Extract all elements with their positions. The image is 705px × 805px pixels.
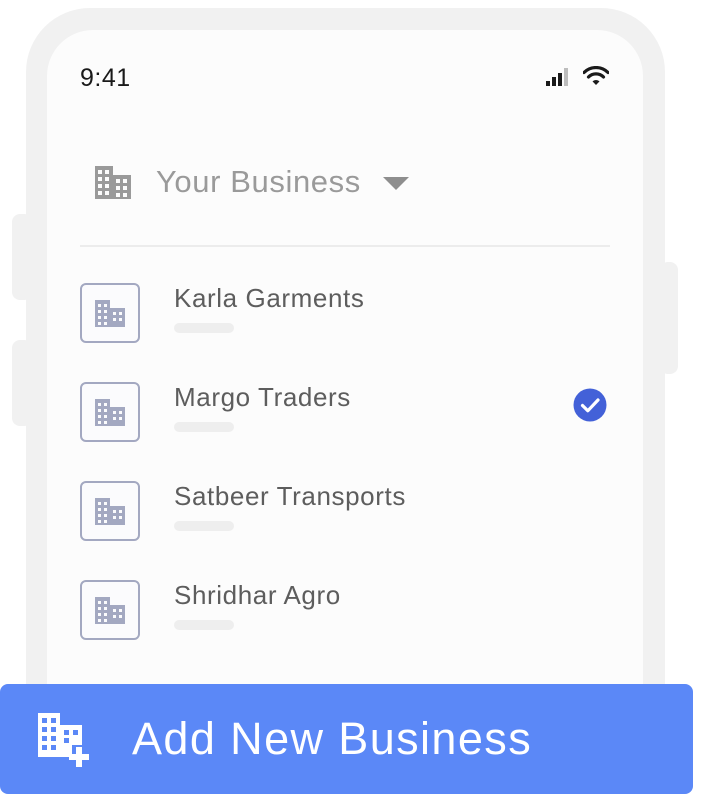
business-subtitle-placeholder <box>174 422 234 432</box>
chevron-down-icon[interactable] <box>382 177 409 190</box>
building-icon <box>80 283 140 343</box>
building-icon <box>80 580 140 640</box>
list-item[interactable]: Shridhar Agro <box>80 578 610 677</box>
business-list: Karla Garments Margo Traders Satbeer Tra… <box>80 281 610 677</box>
app-stage: 9:41 Your Business Karla Garments Margo … <box>0 0 705 805</box>
business-name: Satbeer Transports <box>174 481 406 511</box>
phone-screen: 9:41 Your Business Karla Garments Margo … <box>47 30 643 770</box>
business-name: Margo Traders <box>174 382 351 412</box>
add-new-business-label: Add New Business <box>132 713 533 764</box>
phone-side-button-power <box>660 262 678 374</box>
add-new-business-button[interactable]: Add New Business <box>0 684 693 794</box>
business-selector[interactable]: Your Business <box>94 162 409 202</box>
check-circle-icon <box>573 388 607 422</box>
phone-side-button-volume-up <box>12 214 32 300</box>
header-divider <box>80 245 610 247</box>
building-icon <box>80 481 140 541</box>
business-subtitle-placeholder <box>174 620 234 630</box>
building-icon <box>80 382 140 442</box>
wifi-icon <box>583 66 609 85</box>
list-item[interactable]: Margo Traders <box>80 380 610 479</box>
business-subtitle-placeholder <box>174 323 234 333</box>
business-selector-label: Your Business <box>156 164 361 199</box>
business-name: Karla Garments <box>174 283 365 313</box>
building-icon <box>95 166 131 199</box>
business-name: Shridhar Agro <box>174 580 341 610</box>
building-add-icon <box>38 713 89 767</box>
status-time: 9:41 <box>80 64 131 92</box>
list-item[interactable]: Karla Garments <box>80 281 610 380</box>
cell-signal-icon <box>546 68 568 86</box>
business-subtitle-placeholder <box>174 521 234 531</box>
list-item[interactable]: Satbeer Transports <box>80 479 610 578</box>
phone-side-button-volume-down <box>12 340 32 426</box>
